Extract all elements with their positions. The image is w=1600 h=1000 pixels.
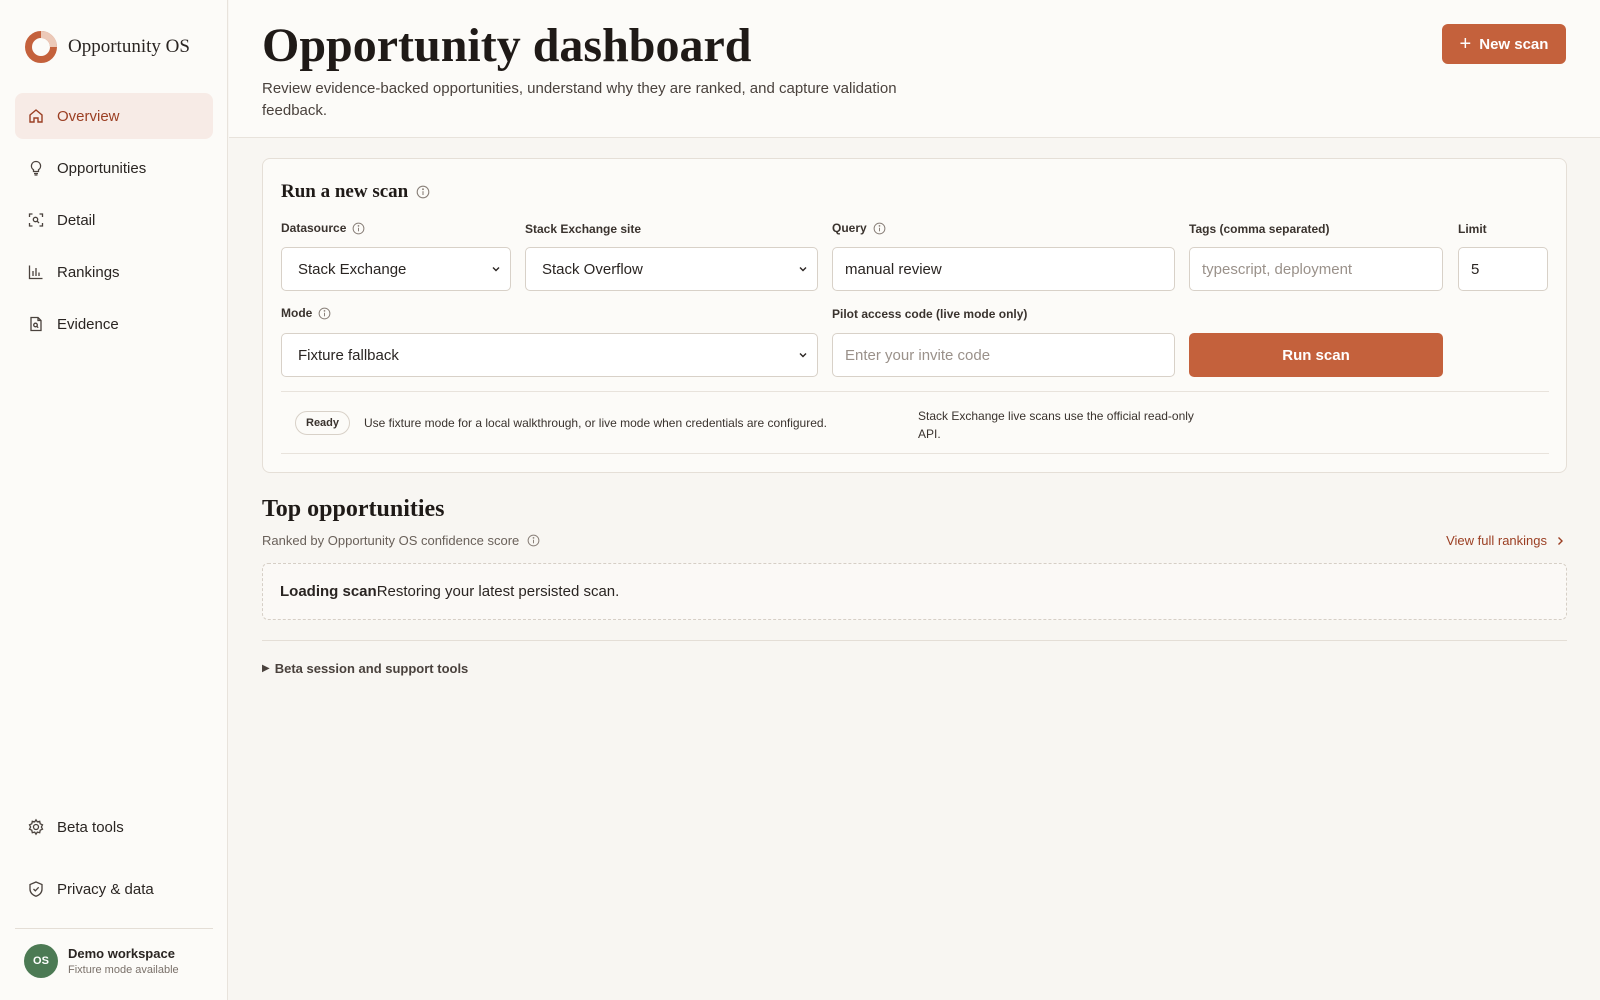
home-icon	[27, 107, 45, 125]
info-icon[interactable]	[416, 185, 430, 199]
mode-value: Fixture fallback	[298, 346, 399, 364]
limit-input[interactable]: 5	[1458, 247, 1548, 291]
info-icon[interactable]	[527, 534, 540, 547]
run-scan-title-text: Run a new scan	[281, 181, 409, 202]
sidebar-item-evidence[interactable]: Evidence	[15, 301, 213, 347]
live-scan-note: Stack Exchange live scans use the offici…	[918, 409, 1194, 441]
triangle-right-icon: ▶	[262, 663, 270, 674]
sidebar-item-label: Opportunities	[57, 159, 147, 177]
query-label: Query	[832, 221, 886, 235]
chevron-down-icon	[799, 353, 807, 358]
sidebar-item-label: Beta tools	[57, 818, 124, 836]
new-scan-label: New scan	[1479, 35, 1549, 53]
avatar: OS	[24, 944, 58, 978]
status-message: Use fixture mode for a local walkthrough…	[364, 416, 827, 430]
run-scan-title: Run a new scan	[281, 181, 430, 203]
query-label-text: Query	[832, 221, 867, 235]
scan-detail-icon	[27, 211, 45, 229]
beta-tools-disclosure[interactable]: ▶ Beta session and support tools	[262, 661, 468, 676]
site-value: Stack Overflow	[542, 260, 643, 278]
plus-icon: +	[1459, 32, 1472, 55]
loading-message: Restoring your latest persisted scan.	[376, 583, 620, 600]
sidebar-item-rankings[interactable]: Rankings	[15, 249, 213, 295]
access-code-label: Pilot access code (live mode only)	[832, 307, 1028, 321]
brand-logo-icon	[25, 31, 57, 63]
query-value: manual review	[845, 260, 942, 278]
datasource-value: Stack Exchange	[298, 260, 407, 278]
chevron-right-icon	[1558, 536, 1563, 545]
workspace-name: Demo workspace	[68, 946, 175, 961]
sidebar-item-detail[interactable]: Detail	[15, 197, 213, 243]
tags-placeholder: typescript, deployment	[1202, 260, 1353, 278]
limit-value: 5	[1471, 260, 1480, 278]
query-input[interactable]: manual review	[832, 247, 1175, 291]
section-divider	[262, 640, 1567, 641]
site-select[interactable]: Stack Overflow	[525, 247, 818, 291]
sidebar-item-label: Rankings	[57, 263, 120, 281]
tags-input[interactable]: typescript, deployment	[1189, 247, 1443, 291]
brand[interactable]: Opportunity OS	[24, 30, 190, 64]
sidebar-item-beta-tools[interactable]: Beta tools	[15, 804, 213, 850]
loading-title: Loading scan	[280, 583, 377, 600]
view-full-rankings-label: View full rankings	[1446, 533, 1547, 548]
workspace-switcher[interactable]: OS Demo workspace Fixture mode available	[24, 944, 179, 978]
info-icon[interactable]	[352, 222, 365, 235]
run-scan-card: Run a new scan Datasource Stack Exchange…	[262, 158, 1567, 473]
status-divider-bottom	[281, 453, 1549, 454]
sidebar-bottom-nav: Beta tools Privacy & data	[15, 804, 213, 928]
datasource-select[interactable]: Stack Exchange	[281, 247, 511, 291]
new-scan-button[interactable]: + New scan	[1442, 24, 1566, 64]
datasource-label-text: Datasource	[281, 221, 347, 235]
sidebar-item-overview[interactable]: Overview	[15, 93, 213, 139]
mode-label: Mode	[281, 306, 331, 320]
view-full-rankings-link[interactable]: View full rankings	[1446, 533, 1565, 548]
sidebar-item-label: Overview	[57, 107, 120, 125]
mode-label-text: Mode	[281, 306, 313, 320]
page-subtitle: Review evidence-backed opportunities, un…	[262, 80, 897, 119]
sidebar: Opportunity OS Overview Opportunities De…	[0, 0, 228, 1000]
sidebar-item-label: Evidence	[57, 315, 119, 333]
sidebar-item-label: Detail	[57, 211, 96, 229]
bar-chart-icon	[27, 263, 45, 281]
beta-tools-label: Beta session and support tools	[274, 661, 469, 676]
sidebar-divider	[15, 928, 213, 929]
mode-select[interactable]: Fixture fallback	[281, 333, 818, 377]
run-scan-button[interactable]: Run scan	[1189, 333, 1443, 377]
page-title: Opportunity dashboard	[262, 19, 752, 72]
access-code-input[interactable]: Enter your invite code	[832, 333, 1175, 377]
access-code-placeholder: Enter your invite code	[845, 346, 991, 364]
info-icon[interactable]	[318, 307, 331, 320]
workspace-subtitle: Fixture mode available	[68, 964, 179, 976]
chevron-down-icon	[799, 267, 807, 272]
site-label: Stack Exchange site	[525, 222, 642, 236]
sidebar-item-label: Privacy & data	[57, 880, 154, 898]
chevron-down-icon	[492, 267, 500, 272]
sidebar-item-privacy[interactable]: Privacy & data	[15, 866, 213, 912]
shield-icon	[27, 880, 45, 898]
page-header: Opportunity dashboard Review evidence-ba…	[229, 0, 1600, 138]
sidebar-nav: Overview Opportunities Detail Rankings E…	[15, 93, 213, 353]
loading-scan-panel: Loading scan Restoring your latest persis…	[262, 563, 1567, 620]
top-opportunities-subtitle: Ranked by Opportunity OS confidence scor…	[262, 533, 540, 548]
lightbulb-icon	[27, 159, 45, 177]
limit-label: Limit	[1458, 222, 1487, 236]
sidebar-item-opportunities[interactable]: Opportunities	[15, 145, 213, 191]
tags-label: Tags (comma separated)	[1189, 222, 1330, 236]
brand-name: Opportunity OS	[68, 36, 190, 57]
info-icon[interactable]	[873, 222, 886, 235]
gear-icon	[27, 818, 45, 836]
status-divider-top	[281, 391, 1549, 392]
top-opportunities-subtitle-text: Ranked by Opportunity OS confidence scor…	[262, 533, 520, 548]
top-opportunities-title: Top opportunities	[262, 496, 445, 522]
status-badge: Ready	[295, 411, 351, 435]
datasource-label: Datasource	[281, 221, 365, 235]
document-search-icon	[27, 315, 45, 333]
